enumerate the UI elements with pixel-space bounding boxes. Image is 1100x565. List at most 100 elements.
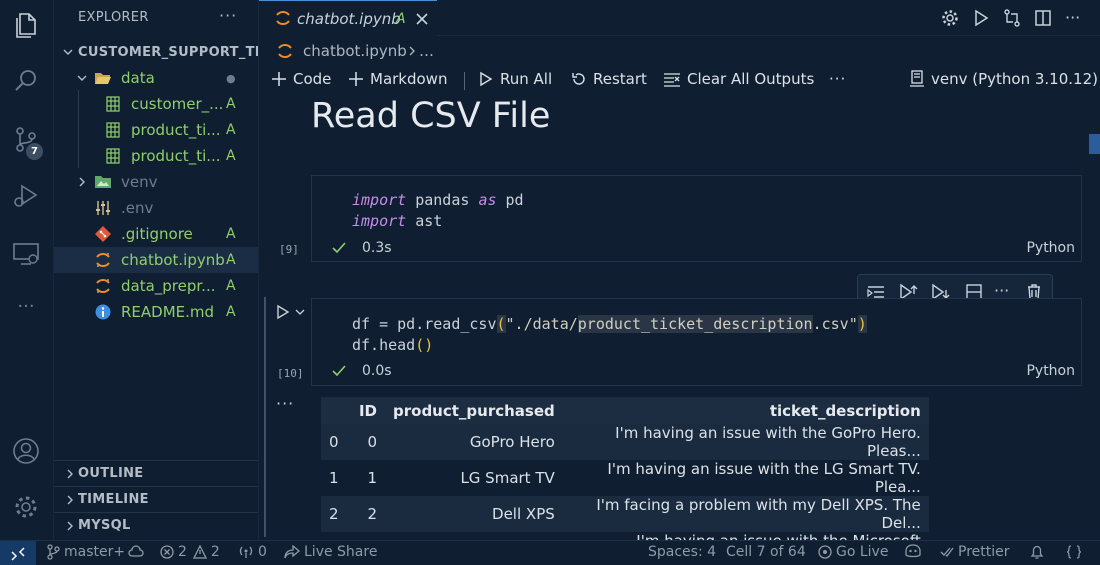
run-icon[interactable]	[971, 8, 991, 28]
chevron-down-icon	[63, 49, 73, 55]
run-debug-icon[interactable]	[11, 180, 41, 210]
keyword: import	[352, 191, 407, 209]
sync-status[interactable]	[128, 544, 148, 558]
search-icon[interactable]	[11, 66, 41, 96]
mysql-panel[interactable]: MYSQL	[54, 512, 258, 538]
run-cell-button[interactable]	[275, 304, 291, 320]
git-status: A	[226, 304, 236, 320]
prettier-status[interactable]: Prettier	[940, 544, 1010, 560]
close-icon[interactable]	[415, 12, 429, 26]
breadcrumb-rest[interactable]: …	[419, 42, 434, 60]
compare-changes-icon[interactable]	[1002, 8, 1022, 28]
settings-file-icon	[94, 199, 112, 217]
settings-gear-icon[interactable]	[11, 492, 41, 522]
restart-button[interactable]: Restart	[571, 70, 647, 88]
cell-code[interactable]: import pandas as pd import ast	[352, 190, 524, 232]
tab-chatbot[interactable]: chatbot.ipynb A	[259, 0, 437, 36]
string-literal: "./data/	[505, 315, 578, 333]
remote-indicator[interactable]	[0, 541, 36, 565]
output-more-icon[interactable]: ···	[276, 394, 294, 413]
tree-item-data[interactable]: data ●	[54, 65, 258, 91]
run-all-button[interactable]: Run All	[478, 70, 552, 88]
csv-file-icon	[104, 121, 122, 139]
add-code-button[interactable]: Code	[271, 70, 331, 88]
column-header: ticket_description	[769, 401, 921, 420]
code-cell[interactable]: import pandas as pd import ast 0.3s Pyth…	[311, 175, 1082, 262]
execution-time: 0.0s	[362, 363, 392, 379]
run-all-label: Run All	[500, 70, 553, 88]
git-status: A	[226, 96, 236, 112]
git-branch-icon	[47, 544, 60, 560]
ports-count: 0	[258, 544, 267, 560]
breadcrumb-file[interactable]: chatbot.ipynb	[303, 42, 407, 60]
tree-item-product-1[interactable]: product_ti... A	[54, 117, 258, 143]
json-braces-icon[interactable]	[1066, 544, 1086, 560]
tab-git-status: A	[396, 10, 406, 27]
run-options-button[interactable]	[295, 308, 305, 316]
markdown-heading: Read CSV File	[311, 96, 551, 136]
root-folder[interactable]: CUSTOMER_SUPPORT_TI...	[54, 39, 275, 65]
add-markdown-button[interactable]: Markdown	[348, 70, 447, 88]
code-text: df.head	[352, 336, 416, 354]
split-editor-icon[interactable]	[1033, 8, 1053, 28]
outline-panel[interactable]: OUTLINE	[54, 460, 258, 486]
copilot-icon[interactable]	[904, 544, 926, 558]
csv-file-icon	[104, 147, 122, 165]
cell-language[interactable]: Python	[1026, 363, 1075, 379]
more-actions-icon[interactable]: ···	[1065, 8, 1085, 28]
chevron-right-icon	[407, 46, 417, 56]
tree-item-gitignore[interactable]: .gitignore A	[54, 221, 258, 247]
bracket: ()	[415, 336, 434, 354]
account-icon[interactable]	[11, 436, 41, 466]
play-icon	[277, 304, 290, 320]
cell-code[interactable]: df = pd.read_csv("./data/product_ticket_…	[352, 314, 867, 356]
indentation-status[interactable]: Spaces: 4	[648, 544, 716, 560]
scrollbar-marker[interactable]	[1089, 134, 1100, 154]
table-cell: 2	[367, 505, 377, 523]
module-name: ast	[406, 212, 443, 230]
table-cell: 1	[367, 469, 377, 487]
chevron-right-icon	[67, 521, 73, 531]
code-text: df = pd.read_csv	[352, 315, 497, 333]
tree-item-customer[interactable]: customer_... A	[54, 91, 258, 117]
cell-position-status[interactable]: Cell 7 of 64	[726, 544, 806, 560]
root-folder-label: CUSTOMER_SUPPORT_TI...	[78, 44, 276, 60]
explorer-more-button[interactable]: ···	[219, 6, 237, 25]
csv-file-icon	[104, 95, 122, 113]
tree-item-label: data	[121, 69, 155, 87]
timeline-panel[interactable]: TIMELINE	[54, 486, 258, 512]
live-share-label: Live Share	[304, 544, 378, 560]
tree-item-product-2[interactable]: product_ti... A	[54, 143, 258, 169]
bracket: )	[857, 315, 867, 333]
tree-item-readme[interactable]: README.md A	[54, 299, 258, 325]
plus-icon	[349, 72, 363, 86]
warning-count: 2	[210, 544, 220, 560]
notifications-bell-icon[interactable]	[1030, 544, 1048, 560]
branch-label: master+	[64, 544, 126, 560]
clear-all-icon	[664, 73, 680, 87]
chevron-right-icon	[67, 469, 73, 479]
plus-icon	[272, 72, 286, 86]
tree-item-data-prep[interactable]: data_prepr... A	[54, 273, 258, 299]
branch-status[interactable]: master+	[46, 544, 125, 560]
live-share-button[interactable]: Live Share	[284, 544, 377, 560]
more-icon[interactable]: ···	[11, 296, 41, 326]
toolbar-more-button[interactable]: ···	[829, 70, 846, 88]
code-cell-active[interactable]: df = pd.read_csv("./data/product_ticket_…	[311, 298, 1082, 386]
status-bar: master+ 2 2 0 Live Share Spaces: 4 Cell …	[0, 540, 1100, 565]
go-live-button[interactable]: Go Live	[818, 544, 888, 560]
kernel-picker[interactable]: venv (Python 3.10.12)	[909, 70, 1098, 88]
ports-status[interactable]: 0	[238, 544, 267, 560]
radio-tower-icon	[818, 545, 832, 559]
tree-item-venv[interactable]: venv	[54, 169, 258, 195]
tree-item-env[interactable]: .env	[54, 195, 258, 221]
files-icon[interactable]	[11, 10, 41, 40]
remote-explorer-icon[interactable]	[11, 238, 41, 268]
cell-language[interactable]: Python	[1026, 240, 1075, 256]
settings-icon[interactable]	[940, 8, 960, 28]
tree-item-chatbot[interactable]: chatbot.ipynb A	[54, 247, 258, 273]
tree-item-label: chatbot.ipynb	[121, 251, 225, 269]
clear-outputs-button[interactable]: Clear All Outputs	[663, 70, 814, 88]
restart-label: Restart	[593, 70, 647, 88]
problems-status[interactable]: 2 2	[160, 544, 220, 560]
